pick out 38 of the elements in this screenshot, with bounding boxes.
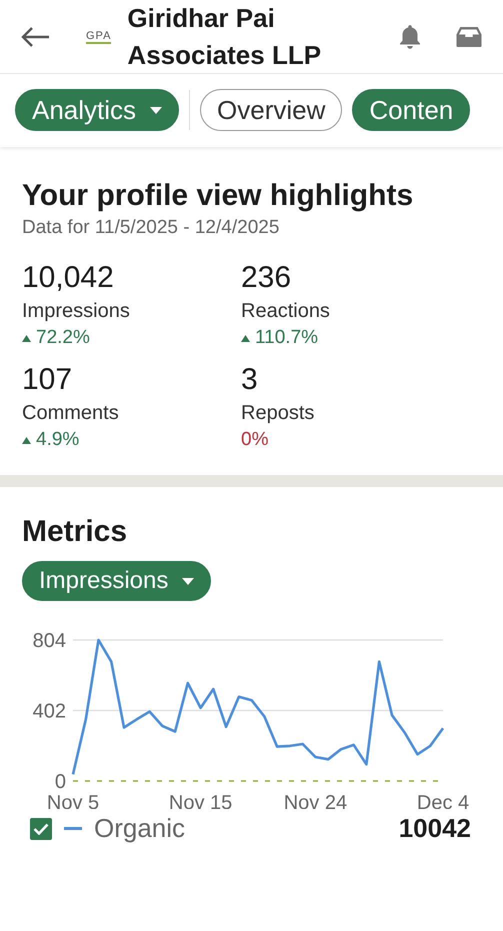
x-axis-label: Dec 4 bbox=[416, 792, 470, 809]
back-arrow-icon[interactable] bbox=[20, 26, 50, 48]
legend-total: 10042 bbox=[398, 813, 471, 844]
up-triangle-icon bbox=[22, 334, 31, 342]
page-title: Giridhar Pai Associates LLP bbox=[127, 2, 322, 72]
y-axis-label: 402 bbox=[32, 700, 66, 722]
x-axis-label: Nov 5 bbox=[46, 792, 100, 809]
y-axis-label: 0 bbox=[54, 771, 66, 793]
section-title: Your profile view highlights bbox=[22, 179, 414, 213]
caret-icon bbox=[150, 106, 162, 114]
x-axis-label: Nov 15 bbox=[168, 792, 232, 809]
company-logo: GPA bbox=[86, 30, 112, 44]
y-axis-label: 804 bbox=[32, 630, 66, 652]
change-percent: 0% bbox=[241, 429, 268, 451]
stat-label: Reactions bbox=[241, 300, 331, 323]
filter-chip[interactable]: Conten bbox=[352, 89, 470, 131]
x-axis-label: Nov 24 bbox=[284, 792, 348, 809]
up-triangle-icon bbox=[22, 436, 31, 444]
stat-value: 3 bbox=[241, 363, 259, 397]
stat-label: Reposts bbox=[241, 402, 316, 425]
legend-label: Organic bbox=[94, 813, 186, 844]
change-percent: 72.2% bbox=[36, 327, 90, 349]
check-icon bbox=[33, 822, 49, 834]
section-title: Metrics bbox=[22, 515, 128, 549]
checkbox[interactable] bbox=[30, 818, 52, 840]
stat-label: Impressions bbox=[22, 300, 131, 323]
caret-icon bbox=[182, 578, 194, 584]
stat-label: Comments bbox=[22, 402, 120, 425]
metric-dropdown[interactable]: Impressions bbox=[22, 561, 212, 601]
change-percent: 110.7% bbox=[255, 327, 318, 349]
stat-value: 107 bbox=[22, 363, 74, 397]
date-range: Data for 11/5/2025 - 12/4/2025 bbox=[22, 217, 280, 239]
stat-value: 236 bbox=[241, 261, 292, 295]
stat-value: 10,042 bbox=[22, 261, 115, 295]
filter-chip[interactable]: Overview bbox=[200, 89, 342, 131]
change-percent: 4.9% bbox=[36, 429, 80, 451]
filter-chip[interactable]: Analytics bbox=[15, 89, 180, 131]
up-triangle-icon bbox=[241, 334, 250, 342]
